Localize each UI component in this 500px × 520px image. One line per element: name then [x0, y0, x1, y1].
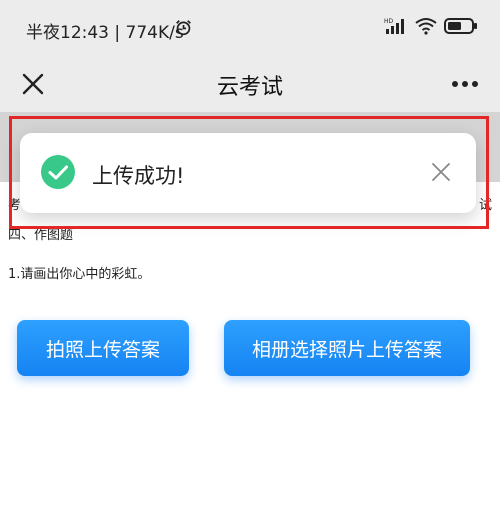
section-title: 四、作图题 — [8, 228, 74, 243]
question-text: 1.请画出你心中的彩虹。 — [8, 267, 151, 282]
signal-icon: HD — [384, 18, 404, 34]
album-upload-button[interactable]: 相册选择照片上传答案 — [224, 320, 470, 376]
partial-text-right: 试 — [478, 198, 492, 213]
status-time: 半夜12:43 | 774K/s — [26, 23, 184, 43]
success-check-icon — [41, 155, 75, 189]
page: 半夜12:43 | 774K/s HD 云考试 考 试 四、作图题 1.请画出你… — [0, 0, 500, 520]
battery-icon — [444, 18, 477, 34]
toast-message: 上传成功! — [92, 164, 185, 188]
camera-upload-button[interactable]: 拍照上传答案 — [17, 320, 189, 376]
status-bar: 半夜12:43 | 774K/s HD — [0, 0, 500, 56]
more-icon — [452, 81, 478, 87]
status-icons: HD — [384, 17, 478, 35]
close-icon[interactable] — [428, 159, 454, 185]
success-toast: 上传成功! — [20, 133, 476, 213]
svg-text:HD: HD — [384, 18, 394, 25]
wifi-icon — [415, 18, 437, 35]
page-title: 云考试 — [216, 75, 283, 100]
nav-bar: 云考试 — [0, 56, 500, 112]
more-button[interactable] — [446, 65, 484, 103]
alarm-icon — [176, 20, 191, 36]
